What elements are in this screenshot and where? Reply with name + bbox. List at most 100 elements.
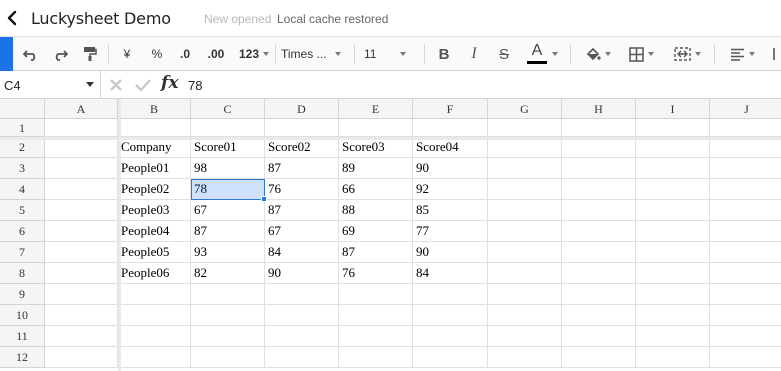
cell-i4[interactable]	[636, 179, 710, 200]
cell-i1[interactable]	[636, 119, 710, 137]
cell-i10[interactable]	[636, 305, 710, 326]
cell-e1[interactable]	[339, 119, 413, 137]
merge-cells-button[interactable]	[668, 37, 706, 71]
row-header-2[interactable]: 2	[0, 137, 45, 158]
column-header-f[interactable]: F	[413, 99, 488, 119]
font-family-dropdown[interactable]: Times ...	[281, 37, 349, 71]
cell-g11[interactable]	[488, 326, 562, 347]
cell-c3[interactable]: 98	[191, 158, 265, 179]
frozen-column-divider[interactable]	[118, 99, 121, 371]
cancel-icon[interactable]	[108, 77, 124, 93]
increase-decimal-button[interactable]: .00	[203, 37, 229, 71]
cell-c2[interactable]: Score01	[191, 137, 265, 158]
column-header-j[interactable]: J	[710, 99, 781, 119]
cell-c7[interactable]: 93	[191, 242, 265, 263]
cell-b9[interactable]	[118, 284, 191, 305]
cell-b8[interactable]: People06	[118, 263, 191, 284]
fill-handle[interactable]	[261, 196, 267, 202]
cell-d4[interactable]: 76	[265, 179, 339, 200]
cell-a9[interactable]	[45, 284, 118, 305]
cell-b1[interactable]	[118, 119, 191, 137]
cell-d3[interactable]: 87	[265, 158, 339, 179]
cell-i12[interactable]	[636, 347, 710, 368]
column-header-e[interactable]: E	[339, 99, 413, 119]
cell-j2[interactable]	[710, 137, 781, 158]
cell-g6[interactable]	[488, 221, 562, 242]
row-header-4[interactable]: 4	[0, 179, 45, 200]
fill-color-button[interactable]	[580, 37, 616, 71]
cell-h5[interactable]	[562, 200, 636, 221]
cell-i2[interactable]	[636, 137, 710, 158]
cell-f9[interactable]	[413, 284, 488, 305]
row-header-10[interactable]: 10	[0, 305, 45, 326]
cell-j12[interactable]	[710, 347, 781, 368]
undo-button[interactable]	[20, 37, 42, 71]
cell-j3[interactable]	[710, 158, 781, 179]
cell-b12[interactable]	[118, 347, 191, 368]
cell-h9[interactable]	[562, 284, 636, 305]
cell-j6[interactable]	[710, 221, 781, 242]
cell-c10[interactable]	[191, 305, 265, 326]
cell-j8[interactable]	[710, 263, 781, 284]
cell-c5[interactable]: 67	[191, 200, 265, 221]
cell-c12[interactable]	[191, 347, 265, 368]
strikethrough-button[interactable]: S	[494, 37, 514, 71]
confirm-icon[interactable]	[134, 77, 152, 93]
italic-button[interactable]: I	[464, 37, 484, 71]
cell-i3[interactable]	[636, 158, 710, 179]
cell-j9[interactable]	[710, 284, 781, 305]
cell-d2[interactable]: Score02	[265, 137, 339, 158]
cell-f4[interactable]: 92	[413, 179, 488, 200]
cell-f6[interactable]: 77	[413, 221, 488, 242]
cell-a7[interactable]	[45, 242, 118, 263]
cell-c11[interactable]	[191, 326, 265, 347]
number-format-dropdown[interactable]: 123	[237, 37, 271, 71]
row-header-11[interactable]: 11	[0, 326, 45, 347]
column-header-b[interactable]: B	[118, 99, 191, 119]
cell-g3[interactable]	[488, 158, 562, 179]
cell-g5[interactable]	[488, 200, 562, 221]
column-header-i[interactable]: I	[636, 99, 710, 119]
cell-c8[interactable]: 82	[191, 263, 265, 284]
row-header-12[interactable]: 12	[0, 347, 45, 368]
cell-e10[interactable]	[339, 305, 413, 326]
cell-h8[interactable]	[562, 263, 636, 284]
cell-c6[interactable]: 87	[191, 221, 265, 242]
cell-c9[interactable]	[191, 284, 265, 305]
cell-d12[interactable]	[265, 347, 339, 368]
cell-f12[interactable]	[413, 347, 488, 368]
cell-b3[interactable]: People01	[118, 158, 191, 179]
cell-a12[interactable]	[45, 347, 118, 368]
cell-d5[interactable]: 87	[265, 200, 339, 221]
cell-d7[interactable]: 84	[265, 242, 339, 263]
column-header-c[interactable]: C	[191, 99, 265, 119]
cell-f3[interactable]: 90	[413, 158, 488, 179]
cell-i7[interactable]	[636, 242, 710, 263]
cell-reference-box[interactable]: C4	[0, 71, 101, 99]
cell-i8[interactable]	[636, 263, 710, 284]
cell-i11[interactable]	[636, 326, 710, 347]
cell-h4[interactable]	[562, 179, 636, 200]
row-header-6[interactable]: 6	[0, 221, 45, 242]
cell-e3[interactable]: 89	[339, 158, 413, 179]
cell-h11[interactable]	[562, 326, 636, 347]
cell-h10[interactable]	[562, 305, 636, 326]
cell-f7[interactable]: 90	[413, 242, 488, 263]
cell-d8[interactable]: 90	[265, 263, 339, 284]
cell-b6[interactable]: People04	[118, 221, 191, 242]
cell-g4[interactable]	[488, 179, 562, 200]
cell-d6[interactable]: 67	[265, 221, 339, 242]
cell-i5[interactable]	[636, 200, 710, 221]
cell-a3[interactable]	[45, 158, 118, 179]
cell-f5[interactable]: 85	[413, 200, 488, 221]
cell-a6[interactable]	[45, 221, 118, 242]
bold-button[interactable]: B	[434, 37, 454, 71]
cell-d10[interactable]	[265, 305, 339, 326]
cell-d1[interactable]	[265, 119, 339, 137]
cell-f1[interactable]	[413, 119, 488, 137]
cell-e11[interactable]	[339, 326, 413, 347]
cell-h3[interactable]	[562, 158, 636, 179]
function-icon[interactable]: fx	[161, 73, 178, 93]
row-header-9[interactable]: 9	[0, 284, 45, 305]
text-color-button[interactable]: A	[523, 37, 561, 71]
